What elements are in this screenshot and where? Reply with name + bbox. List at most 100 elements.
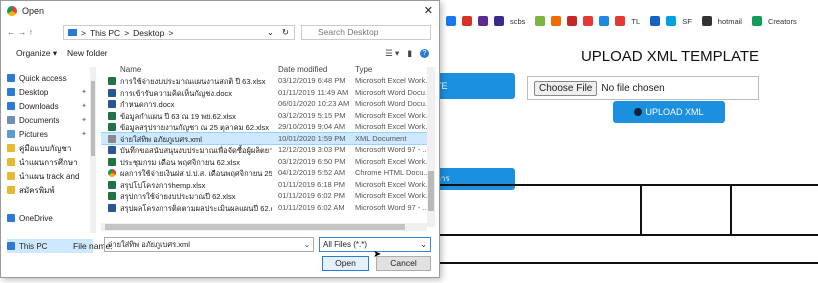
bookmark-icon[interactable] — [666, 16, 677, 26]
file-list-scrollbar-thumb[interactable] — [428, 171, 434, 211]
open-file-dialog: Open ✕ ← → ↑ > This PC > Desktop > ⌄ ↻ S… — [0, 0, 440, 278]
file-type: Microsoft Word 97 - ... — [355, 145, 429, 154]
file-row[interactable]: การใช้จ่ายงบประมาณแผนงานสถติ ปี 63.xlsx 0… — [101, 75, 431, 87]
excel-file-icon — [108, 77, 116, 85]
nav-item[interactable]: คู่มือแบบกัญชา — [7, 141, 93, 155]
file-row[interactable]: ผลการใช้จ่ายเงินฝส ป.ป.ส. เดือนพฤศจิกายน… — [101, 167, 431, 179]
organize-button[interactable]: Organize ▾ — [16, 48, 57, 59]
page-title: UPLOAD XML TEMPLATE — [580, 48, 760, 65]
upload-xml-button[interactable]: UPLOAD XML — [613, 101, 725, 123]
bookmark-label[interactable]: scbs — [510, 17, 525, 26]
file-date: 04/12/2019 5:52 AM — [278, 168, 346, 177]
horizontal-scrollbar-thumb[interactable] — [105, 224, 405, 230]
folder-icon — [68, 29, 77, 36]
search-input[interactable]: Search Desktop — [301, 25, 431, 40]
bookmark-label[interactable]: TL — [631, 17, 640, 26]
file-input[interactable]: Choose File No file chosen — [527, 76, 759, 100]
chevron-down-icon[interactable]: ⌄ — [267, 27, 274, 38]
nav-item[interactable]: OneDrive — [7, 211, 93, 225]
dialog-title: Open — [22, 6, 45, 16]
chevron-down-icon[interactable]: ⌄ — [304, 238, 310, 251]
nav-item[interactable]: Pictures ✦ — [7, 127, 93, 141]
dialog-titlebar: Open ✕ — [1, 1, 439, 21]
bookmark-icon[interactable] — [462, 16, 472, 26]
preview-pane-icon[interactable]: ▮ — [407, 48, 412, 59]
nav-item — [7, 197, 93, 211]
bookmark-label[interactable]: SF — [682, 17, 692, 26]
bookmark-icon[interactable] — [446, 16, 456, 26]
dialog-toolbar: Organize ▾ New folder ☰ ▾ ▮ ? — [1, 45, 439, 61]
file-name-input[interactable]: จ่ายใส่ทิพ อภัยภูเบศร.xml ⌄ — [104, 237, 314, 252]
file-date: 01/11/2019 6:02 PM — [278, 191, 345, 200]
nav-item[interactable]: Documents ✦ — [7, 113, 93, 127]
bookmark-icon[interactable] — [650, 16, 661, 26]
file-row[interactable]: จ่ายใส่ทิพ อภัยภูเบศร.xml 10/01/2020 1:59… — [101, 131, 431, 145]
nav-scrollbar-thumb[interactable] — [91, 81, 95, 156]
column-header-name[interactable]: Name — [120, 65, 141, 74]
bookmark-label[interactable]: hotmail — [718, 17, 742, 26]
address-desktop[interactable]: Desktop — [133, 28, 164, 38]
file-type: Microsoft Word 97 - ... — [355, 202, 429, 212]
file-row[interactable]: การเข้ารับความคิดเห็นกัญชง.docx 01/11/201… — [101, 87, 431, 99]
file-date: 29/10/2019 9:04 AM — [278, 122, 346, 131]
nav-item-label: Pictures — [19, 129, 48, 139]
excel-file-icon — [108, 123, 116, 131]
file-row[interactable]: ข้อมูลสรุปรายงานกัญชา ณ 25 ตุลาคม 62.xls… — [101, 121, 431, 133]
column-header-type[interactable]: Type — [355, 65, 372, 74]
nav-item-label: Downloads — [19, 101, 59, 111]
nav-item[interactable]: นำแผนการศึกษา — [7, 155, 93, 169]
nav-item — [7, 225, 93, 239]
address-this-pc[interactable]: This PC — [90, 28, 120, 38]
nav-item[interactable]: สมัครพิมพ์ — [7, 183, 93, 197]
nav-item[interactable]: Downloads ✦ — [7, 99, 93, 113]
bookmark-icon[interactable] — [478, 16, 488, 26]
file-type: XML Document — [355, 133, 407, 143]
cancel-button[interactable]: Cancel — [376, 256, 431, 271]
picture-icon — [7, 130, 15, 138]
choose-file-button[interactable]: Choose File — [534, 80, 598, 96]
chevron-down-icon[interactable]: ⌄ — [420, 238, 427, 251]
nav-item[interactable]: Desktop ✦ — [7, 85, 93, 99]
file-date: 06/01/2020 10:23 AM — [278, 99, 350, 108]
file-type-value: All Files (*.*) — [323, 240, 368, 249]
file-row[interactable]: ประชุมกรม เดือน พฤศจิกายน 62.xlsx 03/12/2… — [101, 156, 431, 168]
bookmark-icon[interactable] — [751, 16, 762, 26]
nav-item[interactable]: Quick access — [7, 71, 93, 85]
file-row[interactable]: สรุปโปโครงการhemp.xlsx 01/11/2019 6:18 PM… — [101, 179, 431, 191]
file-date: 03/12/2019 6:48 PM — [278, 76, 346, 85]
bookmark-label[interactable]: Creators — [768, 17, 797, 26]
bookmark-icon[interactable] — [494, 16, 504, 26]
file-row[interactable]: ข้อมูลกำแผน ปี 63 ณ 19 พย.62.xlsx 03/12/2… — [101, 110, 431, 122]
view-options-icon[interactable]: ☰ ▾ — [385, 48, 399, 59]
file-row[interactable]: กำหนดการ.docx 06/01/2020 10:23 AM Microsof… — [101, 98, 431, 110]
file-row[interactable]: สรุปผลโครงการติดตามผลประเมินผลแผนปี 62.d… — [101, 202, 431, 214]
bookmark-icon[interactable] — [567, 16, 578, 26]
open-button[interactable]: Open — [322, 256, 369, 271]
column-header-date[interactable]: Date modified — [278, 65, 327, 74]
bookmark-icon[interactable] — [583, 16, 594, 26]
file-row[interactable]: บันทึกขอสนับสนุนงบประมาณเพื่อจัดซื้อผู้ผ… — [101, 144, 431, 156]
bookmark-icon[interactable] — [551, 16, 562, 26]
file-row[interactable]: สรุปการใช้จ่ายงบประมาณปี 62.xlsx 01/11/20… — [101, 190, 431, 202]
back-forward-up-icons[interactable]: ← → ↑ — [7, 27, 33, 37]
word-file-icon — [108, 203, 116, 212]
bookmark-icon[interactable] — [615, 16, 626, 26]
file-date: 03/12/2019 6:50 PM — [278, 156, 346, 166]
excel-file-icon — [108, 111, 116, 120]
bookmark-icon[interactable] — [599, 16, 610, 26]
no-file-text: No file chosen — [601, 82, 665, 94]
nav-item-label: Documents — [19, 115, 60, 125]
nav-item[interactable]: นำแผน track and — [7, 169, 93, 183]
view-controls: ☰ ▾ ▮ ? — [385, 48, 429, 59]
help-icon[interactable]: ? — [420, 48, 429, 58]
left-action-button[interactable]: TE — [430, 73, 515, 99]
refresh-icon[interactable]: ↻ — [282, 27, 289, 38]
bookmark-icon[interactable] — [535, 16, 546, 26]
close-icon[interactable]: ✕ — [424, 4, 433, 17]
address-bar[interactable]: > This PC > Desktop > ⌄ ↻ — [63, 25, 295, 40]
new-folder-button[interactable]: New folder — [67, 48, 108, 58]
nav-item-label: สมัครพิมพ์ — [19, 185, 55, 195]
file-name: สรุปผลโครงการติดตามผลประเมินผลแผนปี 62.d… — [120, 203, 272, 213]
chrome-icon — [7, 6, 17, 16]
bookmark-icon[interactable] — [701, 16, 712, 26]
